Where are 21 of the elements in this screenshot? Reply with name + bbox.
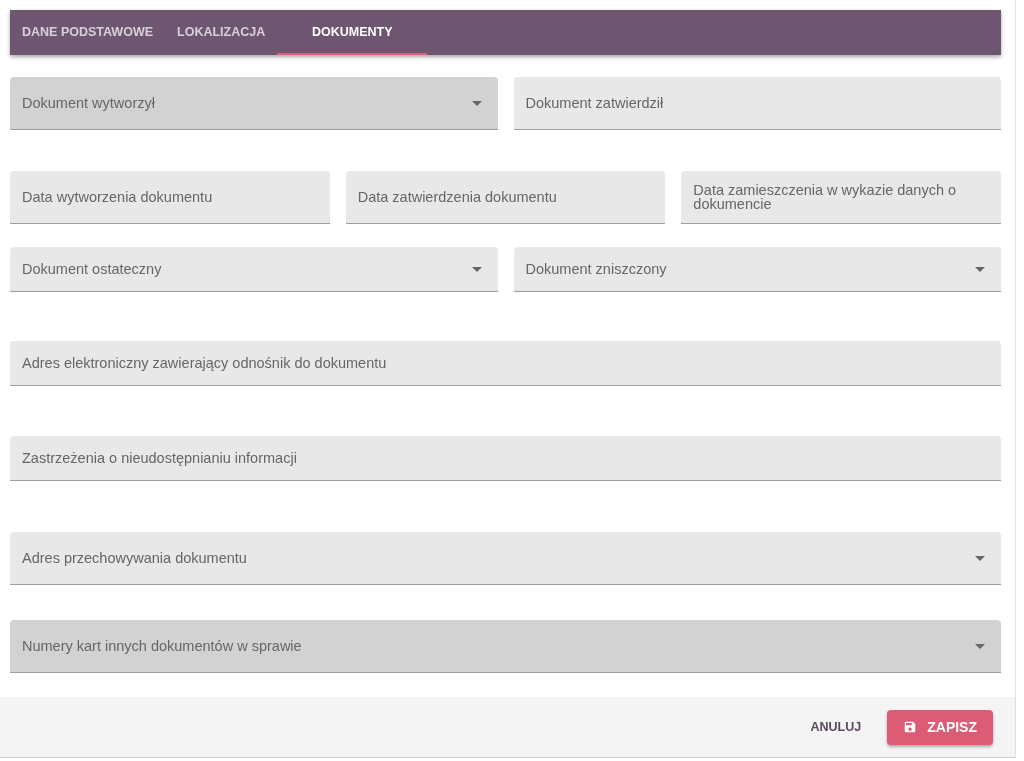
- caret-icon: [471, 100, 482, 106]
- text-field[interactable]: Dokument zatwierdził: [513, 77, 1001, 130]
- caret-icon: [471, 266, 482, 272]
- select-field[interactable]: Dokument zniszczony: [513, 247, 1001, 292]
- select-field[interactable]: Dokument wytworzył: [10, 77, 498, 130]
- text-field[interactable]: Data wytworzenia dokumentu: [10, 171, 330, 224]
- tab[interactable]: DOKUMENTY: [277, 10, 428, 55]
- select-field[interactable]: Numery kart innych dokumentów w sprawie: [10, 620, 1001, 673]
- select-field[interactable]: Adres przechowywania dokumentu: [10, 532, 1001, 585]
- select-field[interactable]: Dokument ostateczny: [10, 247, 498, 292]
- text-field[interactable]: Zastrzeżenia o nieudostępnianiu informacji: [10, 436, 1001, 481]
- cancel-button[interactable]: ANULUJ: [804, 719, 868, 735]
- save-button[interactable]: ZAPISZ: [887, 709, 993, 745]
- text-field[interactable]: Adres elektroniczny zawierający odnośnik do dokumentu: [10, 341, 1001, 386]
- tab[interactable]: LOKALIZACJA: [165, 10, 278, 55]
- caret-icon: [975, 266, 985, 272]
- text-field[interactable]: Data zatwierdzenia dokumentu: [345, 171, 666, 224]
- caret-icon: [975, 643, 985, 649]
- text-field[interactable]: Data zamieszczenia w wykazie danych o dokumencie: [681, 171, 1001, 224]
- caret-icon: [975, 555, 985, 561]
- tab[interactable]: DANE PODSTAWOWE: [10, 10, 166, 55]
